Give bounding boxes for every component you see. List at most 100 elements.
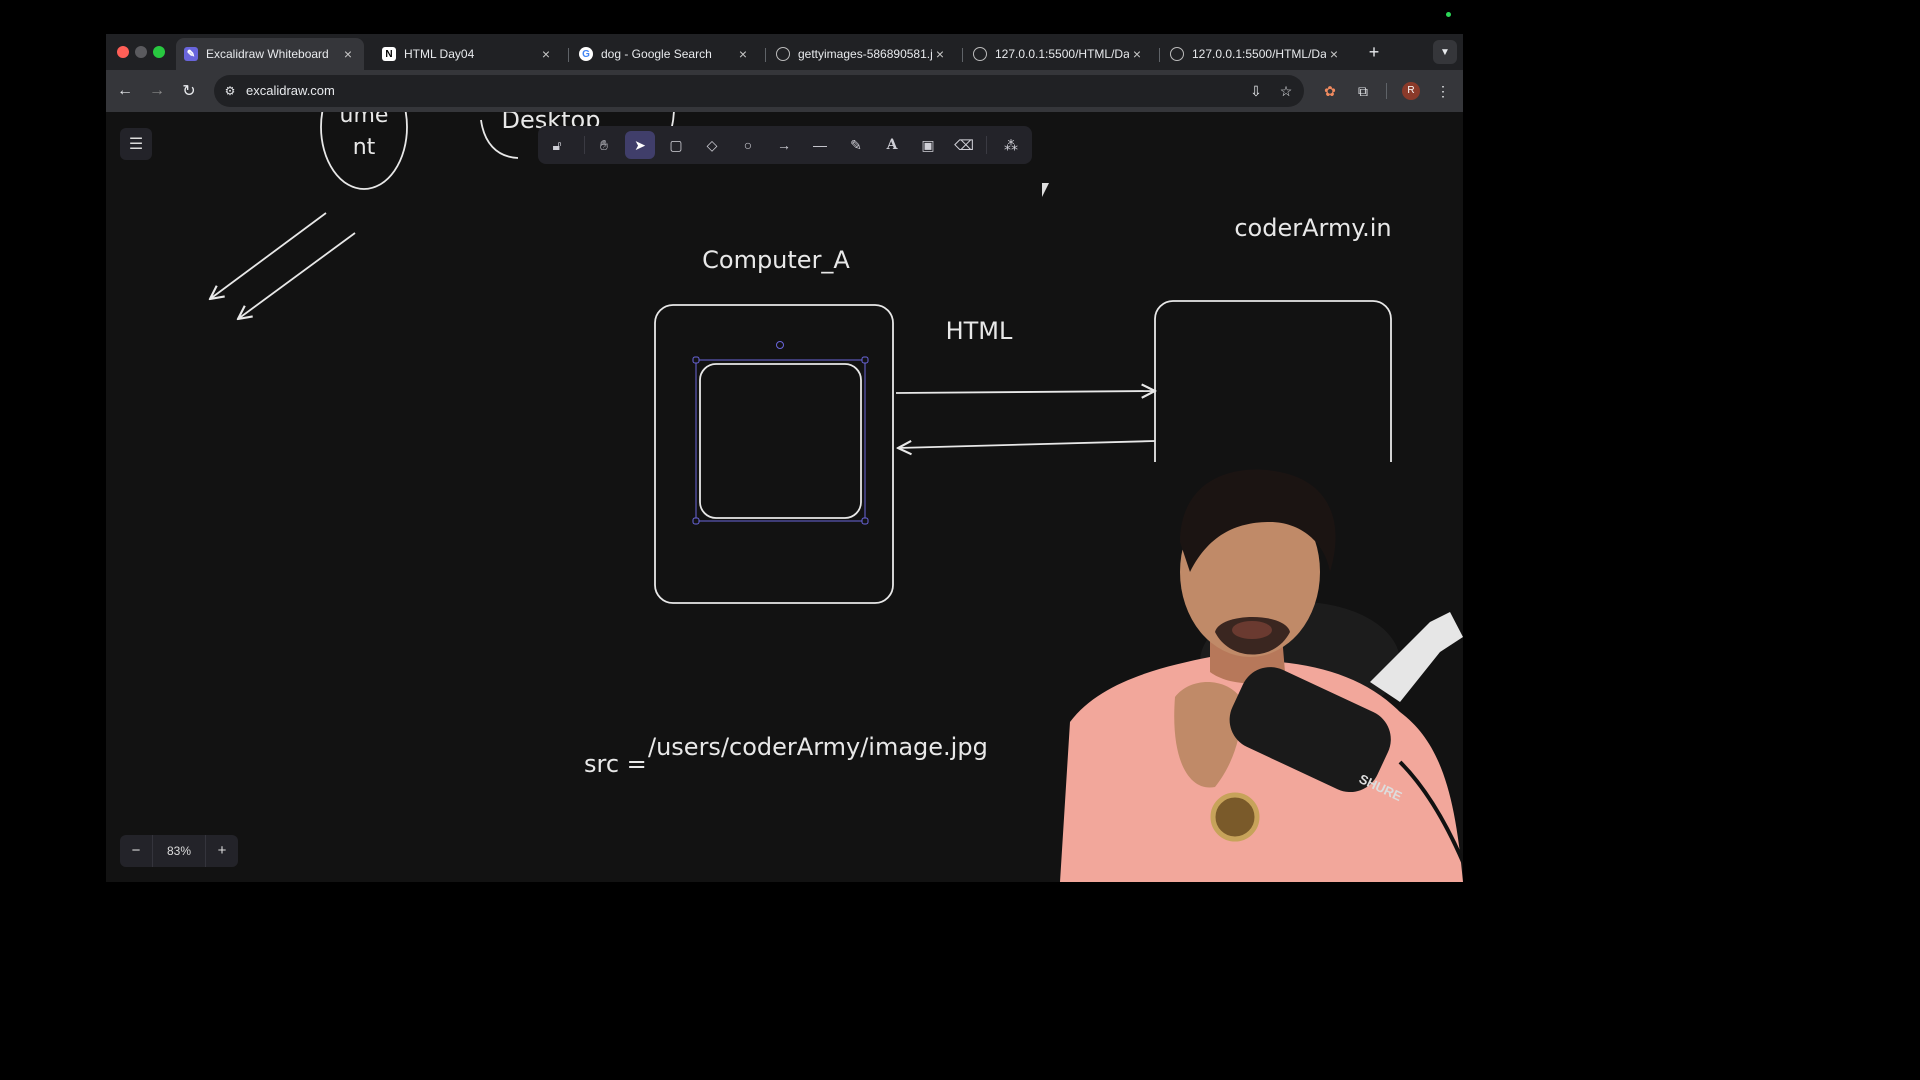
hand-tool[interactable]: ✋︎	[589, 131, 619, 159]
mouse-cursor	[1042, 183, 1049, 197]
tab-localhost-1[interactable]: 127.0.0.1:5500/HTML/Day ×	[965, 38, 1153, 70]
html-label: HTML	[946, 317, 1013, 345]
computer-a-box	[654, 304, 894, 604]
menu-kebab-icon[interactable]: ⋮	[1430, 78, 1456, 104]
diamond-icon: ◇	[706, 136, 718, 153]
hamburger-icon: ☰	[128, 136, 144, 153]
inner-image-box	[699, 363, 862, 519]
screen: ✎ Excalidraw Whiteboard × N HTML Day04 ×…	[0, 0, 1568, 882]
globe-icon	[973, 47, 987, 61]
text-icon: A	[886, 137, 898, 153]
reload-button[interactable]: ↻	[176, 78, 202, 104]
extension-icon[interactable]: ✿	[1317, 78, 1343, 104]
main-menu-button[interactable]: ☰	[120, 128, 152, 160]
tab-separator	[568, 48, 569, 62]
arrow-left-2	[238, 232, 356, 319]
selection-handle	[692, 356, 700, 364]
document-label-part1: ume	[340, 112, 389, 128]
zoom-level[interactable]: 83%	[152, 835, 206, 867]
new-tab-button[interactable]: +	[1362, 40, 1386, 64]
install-app-icon[interactable]: ⇩	[1243, 78, 1269, 104]
diamond-tool[interactable]: ◇	[697, 131, 727, 159]
line-tool[interactable]: —	[805, 131, 835, 159]
extensions-puzzle-icon[interactable]: ⧉	[1350, 78, 1376, 104]
tab-separator	[962, 48, 963, 62]
pencil-icon: ✎	[850, 136, 862, 153]
arrow-icon: →	[777, 137, 791, 153]
tab-label: HTML Day04	[404, 47, 475, 61]
selection-handle	[692, 517, 700, 525]
tab-label: dog - Google Search	[601, 47, 712, 61]
document-label-part2: nt	[353, 135, 376, 160]
zoom-controls: − 83% +	[120, 835, 238, 867]
pencil-tool[interactable]: ✎	[841, 131, 871, 159]
minimize-window-button[interactable]	[135, 46, 147, 58]
toolbar-divider	[986, 136, 987, 154]
tab-label: 127.0.0.1:5500/HTML/Day	[995, 47, 1129, 61]
zoom-out-button[interactable]: −	[120, 835, 152, 867]
tab-label: 127.0.0.1:5500/HTML/Day	[1192, 47, 1326, 61]
src-label: src =	[584, 750, 647, 778]
library-tool[interactable]: ⁂	[996, 131, 1026, 159]
toolbar-divider	[584, 136, 585, 154]
line-icon: —	[813, 137, 827, 153]
select-tool[interactable]: ➤	[625, 131, 655, 159]
close-icon[interactable]: ×	[932, 46, 948, 62]
tab-excalidraw[interactable]: ✎ Excalidraw Whiteboard ×	[176, 38, 364, 70]
tab-localhost-2[interactable]: 127.0.0.1:5500/HTML/Day ×	[1162, 38, 1350, 70]
tab-label: Excalidraw Whiteboard	[206, 47, 329, 61]
close-window-button[interactable]	[117, 46, 129, 58]
ellipse-tool[interactable]: ○	[733, 131, 763, 159]
tab-google-search[interactable]: G dog - Google Search ×	[571, 38, 759, 70]
site-label: coderArmy.in	[1234, 214, 1391, 242]
lock-tool[interactable]: 🔓︎	[542, 131, 572, 159]
toolbar-divider	[1386, 83, 1387, 99]
library-icon: ⁂	[1004, 136, 1018, 153]
tab-separator	[1159, 48, 1160, 62]
close-icon[interactable]: ×	[1129, 46, 1145, 62]
maximize-window-button[interactable]	[153, 46, 165, 58]
response-arrow	[898, 441, 1156, 448]
rectangle-icon: ▢	[669, 136, 683, 153]
presenter-webcam: SHURE	[1040, 462, 1463, 882]
image-tool[interactable]: ▣	[913, 131, 943, 159]
excalidraw-icon: ✎	[184, 47, 198, 61]
tab-gettyimages[interactable]: gettyimages-586890581.j ×	[768, 38, 956, 70]
src-path-label: /users/coderArmy/image.jpg	[648, 733, 988, 761]
ellipse-icon: ○	[743, 137, 753, 153]
rectangle-tool[interactable]: ▢	[661, 131, 691, 159]
hand-icon: ✋︎	[600, 136, 608, 153]
bookmark-star-icon[interactable]: ☆	[1273, 78, 1299, 104]
image-icon: ▣	[921, 136, 935, 153]
text-tool[interactable]: A	[877, 131, 907, 159]
computer-a-label: Computer_A	[702, 246, 850, 274]
rotation-handle	[776, 341, 784, 349]
tab-label: gettyimages-586890581.j	[798, 47, 932, 61]
eraser-icon: ⌫	[954, 136, 974, 153]
selection-frame	[695, 359, 866, 522]
url-field[interactable]: ⚙ excalidraw.com	[214, 75, 1304, 107]
tab-search-button[interactable]: ▼	[1433, 40, 1457, 64]
status-dot	[1446, 12, 1451, 17]
back-button[interactable]: ←	[112, 78, 138, 104]
tab-bar: ✎ Excalidraw Whiteboard × N HTML Day04 ×…	[106, 34, 1463, 70]
close-icon[interactable]: ×	[538, 46, 554, 62]
tab-separator	[765, 48, 766, 62]
forward-button[interactable]: →	[144, 78, 170, 104]
site-settings-icon[interactable]: ⚙	[222, 83, 238, 99]
close-icon[interactable]: ×	[340, 46, 356, 62]
lock-icon: 🔓︎	[552, 136, 562, 153]
eraser-tool[interactable]: ⌫	[949, 131, 979, 159]
request-arrow	[895, 391, 1155, 393]
tab-html-day04[interactable]: N HTML Day04 ×	[374, 38, 562, 70]
zoom-in-button[interactable]: +	[206, 835, 238, 867]
selection-handle	[861, 356, 869, 364]
profile-avatar[interactable]: R	[1398, 78, 1424, 104]
arrow-tool[interactable]: →	[769, 131, 799, 159]
close-icon[interactable]: ×	[735, 46, 751, 62]
google-icon: G	[579, 47, 593, 61]
selection-handle	[861, 517, 869, 525]
close-icon[interactable]: ×	[1326, 46, 1342, 62]
tool-toolbar: 🔓︎ ✋︎ ➤ ▢ ◇ ○ → — ✎ A ▣ ⌫ ⁂	[538, 126, 1032, 164]
arrow-left-1	[210, 212, 327, 299]
